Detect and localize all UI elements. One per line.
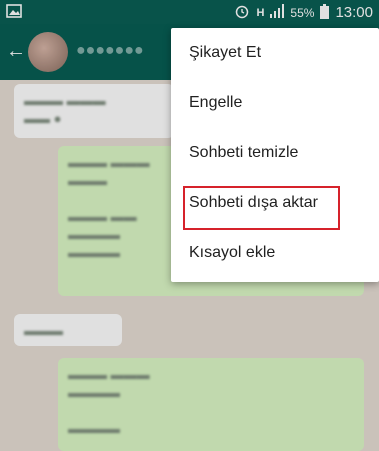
menu-item-block[interactable]: Engelle: [171, 78, 379, 128]
menu-item-add-shortcut[interactable]: Kısayol ekle: [171, 228, 379, 278]
menu-item-report[interactable]: Şikayet Et: [171, 28, 379, 78]
menu-item-export-chat[interactable]: Sohbeti dışa aktar: [171, 178, 379, 230]
overflow-menu: Şikayet Et Engelle Sohbeti temizle Sohbe…: [171, 28, 379, 282]
menu-item-clear-chat[interactable]: Sohbeti temizle: [171, 128, 379, 178]
highlight-box: [183, 186, 340, 230]
